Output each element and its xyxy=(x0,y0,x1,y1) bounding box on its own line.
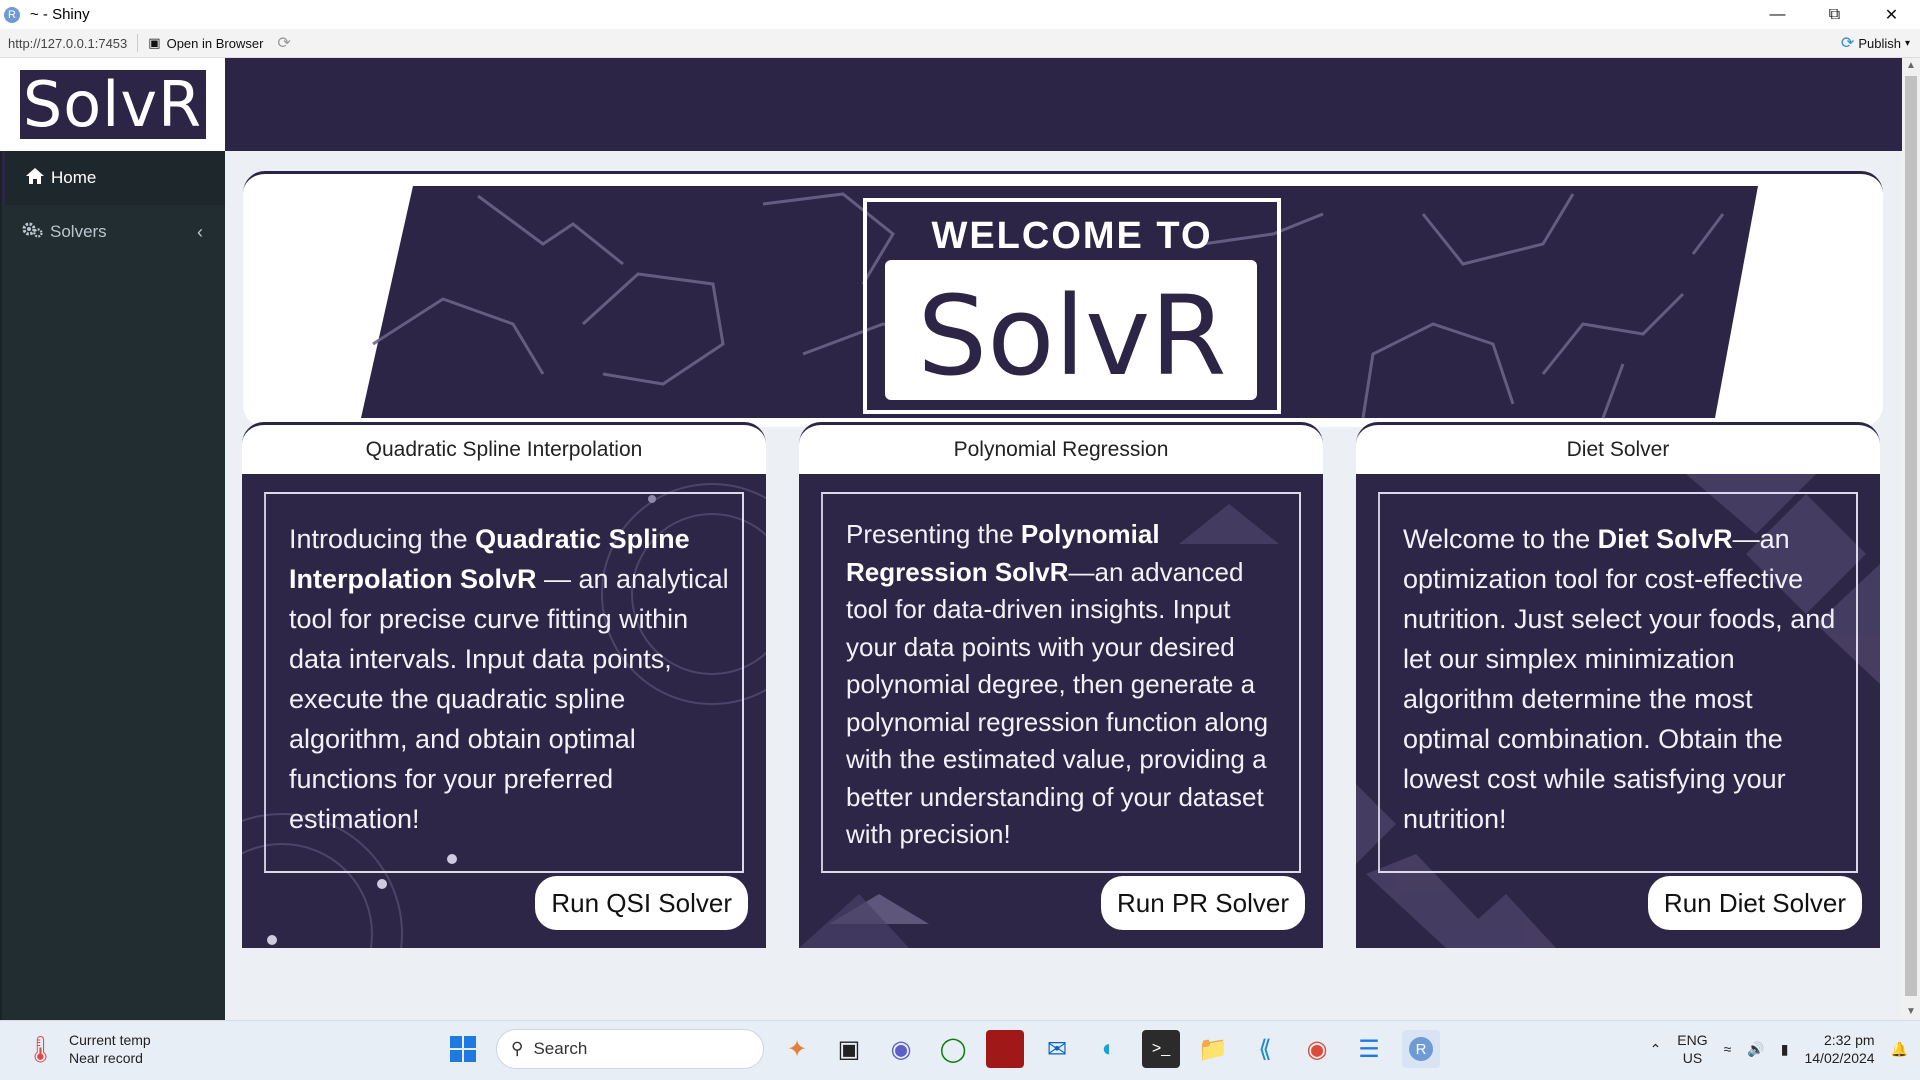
card-title: Quadratic Spline Interpolation xyxy=(242,422,766,474)
xbox-icon[interactable]: ◯ xyxy=(934,1030,972,1068)
restore-button[interactable]: ⧉ xyxy=(1806,0,1863,29)
logo-container: SolvR xyxy=(0,58,225,151)
language-indicator[interactable]: ENG US xyxy=(1677,1031,1707,1067)
viewer-toolbar: http://127.0.0.1:7453 ▣ Open in Browser … xyxy=(0,29,1920,58)
scroll-up-icon[interactable]: ▲ xyxy=(1902,58,1920,74)
sidebar-item-home[interactable]: Home xyxy=(2,151,225,205)
desc-text: — an analytical tool for precise curve f… xyxy=(289,564,729,834)
mail-icon[interactable]: ✉ xyxy=(1038,1030,1076,1068)
sidebar-item-label: Home xyxy=(51,168,97,187)
scroll-down-icon[interactable]: ▼ xyxy=(1902,1004,1920,1020)
clock-date: 14/02/2024 xyxy=(1804,1050,1875,1066)
chevron-left-icon[interactable]: ‹ xyxy=(197,222,203,243)
sidebar-item-label: Solvers xyxy=(50,222,107,241)
taskbar-apps: ⚲ Search ✦ ▣ ◉ ◯ ✉ ◐ >_ 📁 ⟪ ◉ ☰ R xyxy=(444,1029,1440,1069)
run-diet-solver-button[interactable]: Run Diet Solver xyxy=(1647,876,1862,930)
chrome-icon[interactable]: ◉ xyxy=(1298,1030,1336,1068)
weather-widget[interactable]: 🌡 Current temp Near record xyxy=(24,1031,151,1067)
battery-icon[interactable]: ▮ xyxy=(1781,1041,1789,1058)
card-pr: Polynomial Regression Presenting the Pol… xyxy=(799,422,1323,948)
scroll-thumb[interactable] xyxy=(1905,76,1917,996)
welcome-banner: WELCOME TO SolvR xyxy=(243,171,1883,427)
file-explorer-icon[interactable]: 📁 xyxy=(1194,1030,1232,1068)
top-navbar xyxy=(225,58,1902,151)
thermometer-icon: 🌡 xyxy=(24,1033,58,1064)
banner-welcome-text: WELCOME TO xyxy=(931,215,1212,257)
browser-icon: ▣ xyxy=(148,35,161,50)
chevron-down-icon: ▾ xyxy=(1904,37,1910,49)
card-description: Presenting the Polynomial Regression Sol… xyxy=(846,516,1286,854)
run-pr-solver-button[interactable]: Run PR Solver xyxy=(1101,876,1305,930)
card-description: Welcome to the Diet SolvR—an optimizatio… xyxy=(1403,519,1843,839)
search-icon: ⚲ xyxy=(511,1039,524,1058)
minimize-button[interactable]: — xyxy=(1749,0,1806,29)
refresh-icon[interactable]: ⟳ xyxy=(277,33,290,53)
r-app-icon: R xyxy=(4,6,20,23)
main-content: WELCOME TO SolvR Quadratic Spline Interp… xyxy=(225,151,1902,1020)
home-icon xyxy=(25,167,45,190)
chevron-up-icon[interactable]: ⌃ xyxy=(1650,1041,1662,1058)
gears-icon xyxy=(22,221,44,244)
publish-icon: ⟳ xyxy=(1840,35,1855,52)
url-label: http://127.0.0.1:7453 xyxy=(8,35,128,51)
banner-graphic: WELCOME TO SolvR xyxy=(361,186,1758,419)
vertical-scrollbar[interactable]: ▲ ▼ xyxy=(1902,58,1920,1020)
window-titlebar: R ~ - Shiny — ⧉ ✕ xyxy=(0,0,1920,29)
copilot-icon[interactable]: ✦ xyxy=(778,1030,816,1068)
window-title: ~ - Shiny xyxy=(30,6,90,23)
search-placeholder: Search xyxy=(533,1039,588,1058)
weather-text: Current temp Near record xyxy=(69,1031,151,1067)
sidebar-item-solvers[interactable]: Solvers ‹ xyxy=(2,205,225,259)
windows-taskbar: 🌡 Current temp Near record ⚲ Search ✦ ▣ … xyxy=(0,1020,1920,1080)
open-in-browser-label: Open in Browser xyxy=(166,35,264,51)
window-controls: — ⧉ ✕ xyxy=(1749,0,1920,29)
shiny-app: SolvR Home Solvers ‹ WELCOME TO SolvR Qu… xyxy=(0,58,1902,1020)
rstudio-icon[interactable]: R xyxy=(1402,1030,1440,1068)
lang-line-2: US xyxy=(1682,1050,1703,1066)
toolbar-divider xyxy=(137,34,139,52)
card-body: Introducing the Quadratic Spline Interpo… xyxy=(242,474,766,948)
vscode-icon[interactable]: ⟪ xyxy=(1246,1030,1284,1068)
app-red-icon[interactable] xyxy=(986,1030,1024,1068)
card-title: Polynomial Regression xyxy=(799,422,1323,474)
taskbar-search-input[interactable]: ⚲ Search xyxy=(496,1029,764,1069)
notepad-icon[interactable]: ☰ xyxy=(1350,1030,1388,1068)
card-diet: Diet Solver Welcome to the Diet SolvR—an… xyxy=(1356,422,1880,948)
edge-browser-icon[interactable]: ◐ xyxy=(1090,1030,1128,1068)
open-in-browser-button[interactable]: ▣ Open in Browser xyxy=(148,35,263,51)
windows-start-icon[interactable] xyxy=(444,1030,482,1068)
card-body: Presenting the Polynomial Regression Sol… xyxy=(799,474,1323,948)
desc-highlight: Diet SolvR xyxy=(1597,524,1733,554)
sidebar: Home Solvers ‹ xyxy=(0,151,225,1020)
solvr-logo[interactable]: SolvR xyxy=(19,70,206,139)
banner-brand-text: SolvR xyxy=(917,272,1226,400)
card-description: Introducing the Quadratic Spline Interpo… xyxy=(289,519,729,839)
terminal-icon[interactable]: >_ xyxy=(1142,1030,1180,1068)
notification-bell-icon[interactable]: 🔔 xyxy=(1891,1041,1908,1058)
card-qsi: Quadratic Spline Interpolation Introduci xyxy=(242,422,766,948)
volume-icon[interactable]: 🔊 xyxy=(1747,1041,1764,1058)
publish-button[interactable]: ⟳ Publish ▾ xyxy=(1841,33,1910,53)
card-body: Welcome to the Diet SolvR—an optimizatio… xyxy=(1356,474,1880,948)
teams-chat-icon[interactable]: ◉ xyxy=(882,1030,920,1068)
clock[interactable]: 2:32 pm 14/02/2024 xyxy=(1804,1031,1874,1067)
lang-line-1: ENG xyxy=(1677,1032,1708,1048)
wifi-icon[interactable]: ≈ xyxy=(1724,1041,1732,1057)
desc-intro: Presenting the xyxy=(846,519,1021,549)
desc-intro: Introducing the xyxy=(289,524,476,554)
desc-text: —an optimization tool for cost-effective… xyxy=(1403,524,1836,834)
publish-label: Publish xyxy=(1858,35,1901,51)
weather-line-2: Near record xyxy=(69,1050,143,1066)
desc-intro: Welcome to the xyxy=(1403,524,1598,554)
card-title: Diet Solver xyxy=(1356,422,1880,474)
task-view-icon[interactable]: ▣ xyxy=(830,1030,868,1068)
desc-text: —an advanced tool for data-driven insigh… xyxy=(846,556,1269,850)
system-tray: ⌃ ENG US ≈ 🔊 ▮ 2:32 pm 14/02/2024 🔔 xyxy=(1650,1031,1908,1067)
close-button[interactable]: ✕ xyxy=(1863,0,1920,29)
weather-line-1: Current temp xyxy=(69,1032,151,1048)
run-qsi-solver-button[interactable]: Run QSI Solver xyxy=(535,876,748,930)
clock-time: 2:32 pm xyxy=(1823,1032,1875,1048)
